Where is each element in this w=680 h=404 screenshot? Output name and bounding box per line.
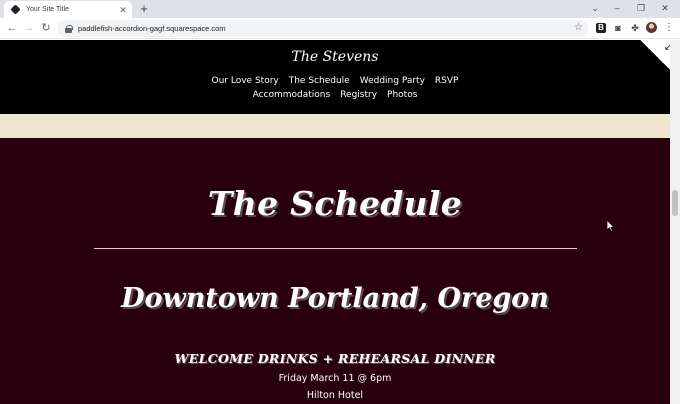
nav-link-photos[interactable]: Photos (387, 90, 417, 100)
location-heading: Downtown Portland, Oregon (121, 283, 549, 314)
nav-link-our-love-story[interactable]: Our Love Story (212, 76, 279, 86)
banner-strip (0, 114, 670, 138)
new-tab-button[interactable]: + (137, 2, 151, 16)
lock-icon[interactable] (65, 24, 73, 33)
extension-b-icon[interactable]: B (596, 23, 606, 33)
browser-menu-icon[interactable]: ⋮ (663, 22, 675, 34)
url-text[interactable]: paddlefish-accordion-gagf.squarespace.co… (78, 24, 226, 33)
back-arrow-icon[interactable]: ← (5, 21, 19, 35)
tab-close-icon[interactable]: ✕ (117, 4, 129, 16)
browser-titlebar: Your Site Title ✕ + ⌄ – ❐ ✕ (0, 0, 680, 18)
profile-avatar[interactable] (646, 22, 657, 33)
bookmark-star-icon[interactable]: ☆ (574, 21, 583, 35)
nav-link-accommodations[interactable]: Accommodations (253, 90, 331, 100)
nav-row-primary: Our Love Story The Schedule Wedding Part… (0, 76, 670, 86)
nav-link-rsvp[interactable]: RSVP (435, 76, 459, 86)
tab-search-chevron-icon[interactable]: ⌄ (584, 1, 606, 15)
schedule-section: The Schedule Downtown Portland, Oregon W… (0, 138, 670, 404)
nav-link-wedding-party[interactable]: Wedding Party (360, 76, 425, 86)
section-divider (94, 248, 577, 249)
window-minimize-button[interactable]: – (606, 1, 628, 15)
event-title: WELCOME DRINKS + REHEARSAL DINNER (174, 351, 496, 366)
page-scrollbar[interactable] (670, 40, 680, 404)
window-close-button[interactable]: ✕ (654, 1, 676, 15)
site-header: The Stevens Our Love Story The Schedule … (0, 40, 670, 114)
scrollbar-thumb[interactable] (672, 190, 678, 216)
browser-tab[interactable]: Your Site Title ✕ (4, 1, 132, 18)
browser-toolbar: ← → ↻ paddlefish-accordion-gagf.squaresp… (0, 18, 680, 39)
nav-link-registry[interactable]: Registry (340, 90, 377, 100)
camera-extension-icon[interactable]: ◙ (612, 22, 624, 34)
schedule-heading: The Schedule (207, 184, 463, 223)
event-time: Friday March 11 @ 6pm (278, 373, 392, 384)
nav-link-the-schedule[interactable]: The Schedule (289, 76, 350, 86)
address-bar[interactable]: paddlefish-accordion-gagf.squarespace.co… (57, 20, 589, 37)
squarespace-favicon-icon (10, 4, 21, 15)
window-restore-button[interactable]: ❐ (630, 1, 652, 15)
web-page: The Stevens Our Love Story The Schedule … (0, 40, 670, 404)
reload-icon[interactable]: ↻ (39, 21, 53, 35)
site-title[interactable]: The Stevens (0, 49, 670, 65)
extensions-puzzle-icon[interactable]: ✤ (629, 22, 641, 34)
forward-arrow-icon[interactable]: → (22, 21, 36, 35)
nav-row-secondary: Accommodations Registry Photos (0, 90, 670, 100)
event-venue: Hilton Hotel (306, 390, 364, 401)
tab-title: Your Site Title (26, 6, 69, 13)
mouse-pointer-icon (607, 220, 615, 232)
